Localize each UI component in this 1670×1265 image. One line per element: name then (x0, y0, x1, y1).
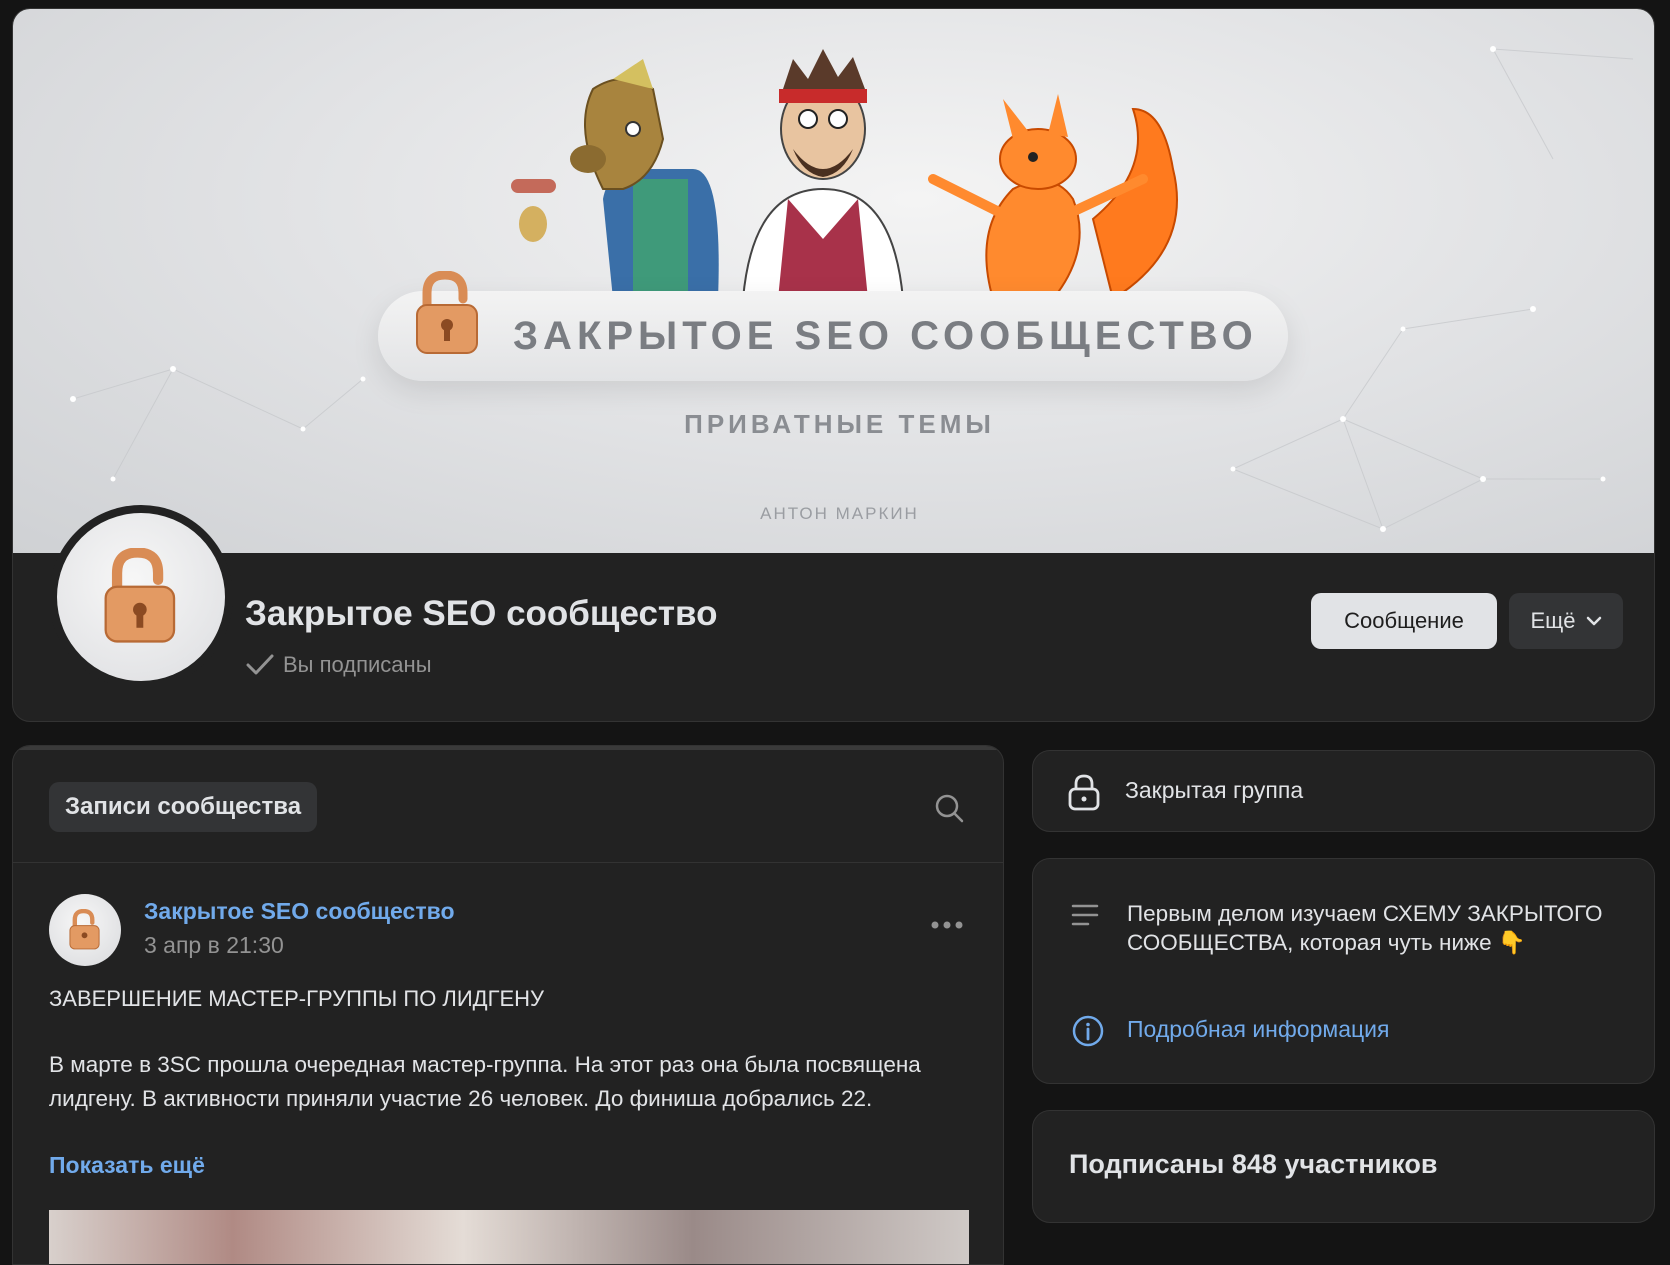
description-card: Первым делом изучаем СХЕМУ ЗАКРЫТОГО СОО… (1032, 858, 1655, 1084)
community-description: Первым делом изучаем СХЕМУ ЗАКРЫТОГО СОО… (1127, 901, 1603, 955)
info-icon (1072, 1015, 1104, 1047)
feed-tabs: Записи сообщества (13, 746, 1003, 863)
post-author-link[interactable]: Закрытое SEO сообщество (144, 898, 455, 925)
lock-icon (69, 909, 100, 950)
lock-icon (104, 548, 176, 643)
more-button[interactable]: Ещё (1509, 593, 1623, 649)
post-date[interactable]: 3 апр в 21:30 (144, 932, 284, 959)
cartoon-characters-illustration (511, 49, 1178, 301)
cover-title: ЗАКРЫТОЕ SEO СООБЩЕСТВО (513, 314, 1258, 358)
post-text: В марте в 3SC прошла очередная мастер-гр… (49, 1052, 921, 1111)
search-icon[interactable] (933, 792, 965, 824)
community-feed: Записи сообщества Закрытое SEO сообществ… (12, 745, 1004, 1265)
more-info-link[interactable]: Подробная информация (1127, 1016, 1389, 1043)
community-header: ЗАКРЫТОЕ SEO СООБЩЕСТВО ПРИВАТНЫЕ ТЕМЫ А… (12, 8, 1655, 722)
cover-subtitle: ПРИВАТНЫЕ ТЕМЫ (684, 409, 995, 439)
community-avatar[interactable] (49, 505, 233, 689)
closed-group-label: Закрытая группа (1125, 777, 1304, 803)
post-heading: ЗАВЕРШЕНИЕ МАСТЕР-ГРУППЫ ПО ЛИДГЕНУ (49, 986, 545, 1011)
members-count[interactable]: Подписаны 848 участников (1069, 1149, 1437, 1180)
community-name: Закрытое SEO сообщество (245, 594, 718, 633)
subscription-status[interactable]: Вы подписаны (245, 652, 432, 678)
message-button[interactable]: Сообщение (1311, 593, 1497, 649)
cover-image: ЗАКРЫТОЕ SEO СООБЩЕСТВО ПРИВАТНЫЕ ТЕМЫ А… (13, 9, 1654, 553)
subscription-status-label: Вы подписаны (283, 652, 432, 677)
lock-icon (1068, 774, 1100, 811)
closed-group-card: Закрытая группа (1032, 750, 1655, 832)
cover-lock-icon (416, 271, 478, 354)
tab-community-posts[interactable]: Записи сообщества (49, 782, 318, 832)
post-image[interactable] (49, 1210, 969, 1264)
chevron-down-icon (1586, 616, 1601, 626)
more-horizontal-icon[interactable] (931, 920, 963, 930)
post-author-avatar[interactable] (49, 894, 121, 966)
more-button-label: Ещё (1530, 608, 1576, 633)
text-lines-icon (1071, 904, 1099, 926)
show-more-link[interactable]: Показать ещё (49, 1152, 205, 1179)
members-card[interactable]: Подписаны 848 участников (1032, 1110, 1655, 1223)
checkmark-icon (246, 654, 274, 675)
cover-author: АНТОН МАРКИН (760, 504, 919, 523)
